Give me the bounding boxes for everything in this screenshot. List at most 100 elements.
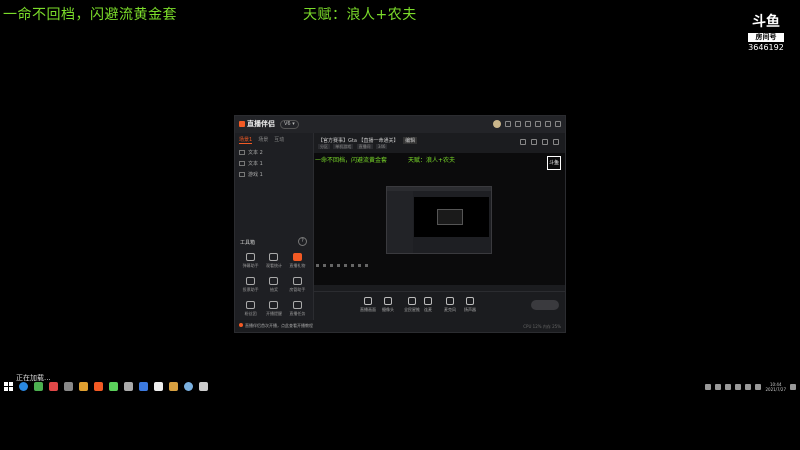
app-icon[interactable] [184,382,193,391]
mini-taskbar-icon [316,264,319,267]
tray-icon[interactable] [725,384,732,390]
fans-icon [246,301,256,309]
system-tray: 10:44 2021/7/27 [705,382,796,392]
app-icon[interactable] [109,382,118,391]
maximize-icon[interactable] [545,121,551,127]
scene-item[interactable]: 文本 2 [235,147,313,158]
room-meta: 分区 单机游戏 直播间 346 [318,144,389,150]
message-icon[interactable] [505,121,511,127]
app-titlebar[interactable]: 直播伴侣 V6 ▾ [235,116,565,133]
tray-icon[interactable] [735,384,742,390]
ctrl-label: 直播画面 [360,307,376,312]
gift-box-icon [292,253,302,261]
settings-icon[interactable] [525,121,531,127]
ctrl-camera[interactable]: 摄像头 [382,297,394,313]
tool-stats[interactable]: 观看统计 [262,253,285,269]
room-title-row: 【官方赛事】Gta 【直播一命通关】 编辑 [318,137,418,144]
app-icon[interactable] [139,382,148,391]
camera-icon [384,297,392,305]
minimize-icon[interactable] [535,121,541,127]
app-sidebar: 场景1 场景 互动 文本 2 文本 1 游戏 1 工具箱 ? 弹幕助手 观看统计… [235,133,314,320]
app-icon[interactable] [199,382,208,391]
ctrl-mic[interactable]: 麦克风 [444,297,456,313]
meta-tag[interactable]: 分区 [318,144,330,149]
close-icon[interactable] [555,121,561,127]
stream-preview[interactable]: 一命不回档，闪避流黄金套 天赋：浪人+农夫 斗鱼 [314,153,565,285]
ctrl-label: 扬声器 [464,307,476,312]
tool-remind[interactable]: 开播提醒 [262,301,285,317]
app-icon[interactable] [124,382,133,391]
tool-moderator[interactable]: 房管助手 [286,277,309,293]
tool-task[interactable]: 直播任务 [286,301,309,317]
fullscreen-icon[interactable] [520,139,526,145]
scene-label: 文本 2 [248,150,263,156]
douyu-app-icon[interactable] [94,382,103,391]
inner-box [437,209,463,225]
eye-icon[interactable] [239,161,245,166]
link-icon [424,297,432,305]
edge-icon[interactable] [19,382,28,391]
tool-label: 房管助手 [289,287,306,292]
version-dropdown[interactable]: V6 ▾ [280,120,299,129]
volume-icon[interactable] [755,384,762,390]
ctrl-speaker[interactable]: 扬声器 [464,297,476,313]
clock-date: 2021/7/27 [765,387,786,392]
scene-item[interactable]: 游戏 1 [235,169,313,180]
app-icon[interactable] [169,382,178,391]
ctrl-star[interactable]: 全民星推 [404,297,420,313]
system-clock[interactable]: 10:44 2021/7/27 [765,382,786,392]
mini-taskbar-icon [337,264,340,267]
eye-icon[interactable] [239,172,245,177]
ctrl-label: 摄像头 [382,307,394,312]
share-icon[interactable] [542,139,548,145]
windows-taskbar: 10:44 2021/7/27 [0,380,800,394]
room-id-label: 房间号 [748,33,784,42]
main-top-icons [520,139,559,145]
lottery-icon [269,277,279,285]
tab-scene[interactable]: 场景 [258,136,268,144]
eye-icon[interactable] [239,150,245,155]
tool-label: 投票助手 [242,287,259,292]
tool-danmu[interactable]: 弹幕助手 [239,253,262,269]
titlebar-icons [493,120,561,128]
user-avatar[interactable] [493,120,501,128]
tray-icon[interactable] [705,384,712,390]
app-icon[interactable] [49,382,58,391]
ctrl-link[interactable]: 连麦 [424,297,432,313]
preview-overlay-talent: 天赋：浪人+农夫 [408,157,456,164]
more-icon[interactable] [553,139,559,145]
tab-scene-1[interactable]: 场景1 [239,136,253,144]
windows-start-icon[interactable] [4,382,13,391]
tool-label: 直播任务 [289,311,306,316]
tool-vote[interactable]: 投票助手 [239,277,262,293]
network-icon[interactable] [745,384,752,390]
help-icon[interactable]: ? [298,237,307,246]
tab-interact[interactable]: 互动 [274,136,284,144]
tool-fans[interactable]: 粉丝团 [239,301,262,317]
tray-icon[interactable] [715,384,722,390]
douyu-logo: 斗鱼 房间号 3646192 [748,12,784,52]
app-icon[interactable] [64,382,73,391]
streaming-app-window[interactable]: 直播伴侣 V6 ▾ 场景1 场景 互动 文本 2 文本 1 游戏 1 工具箱 ?… [234,115,566,333]
refresh-icon[interactable] [531,139,537,145]
app-status-bar[interactable]: 直播伴侣首次开播，点此查看开播教程 [235,320,313,332]
ctrl-scene[interactable]: 直播画面 [360,297,376,313]
tool-lottery[interactable]: 抽奖 [262,277,285,293]
app-icon[interactable] [154,382,163,391]
meta-tag[interactable]: 单机游戏 [333,144,354,149]
recursive-preview [386,186,492,254]
scene-item[interactable]: 文本 1 [235,158,313,169]
gift-icon[interactable] [515,121,521,127]
app-icon[interactable] [79,382,88,391]
notification-icon[interactable] [790,384,796,390]
stats-icon [269,253,279,261]
mini-taskbar-icon [323,264,326,267]
task-icon [292,301,302,309]
edit-button[interactable]: 编辑 [403,137,418,144]
mini-taskbar-icon [365,264,368,267]
app-brand-name: 直播伴侣 [247,120,275,128]
start-live-button[interactable] [531,300,559,310]
mini-taskbar-icon [351,264,354,267]
app-icon[interactable] [34,382,43,391]
tool-gift[interactable]: 直播礼物 [286,253,309,269]
